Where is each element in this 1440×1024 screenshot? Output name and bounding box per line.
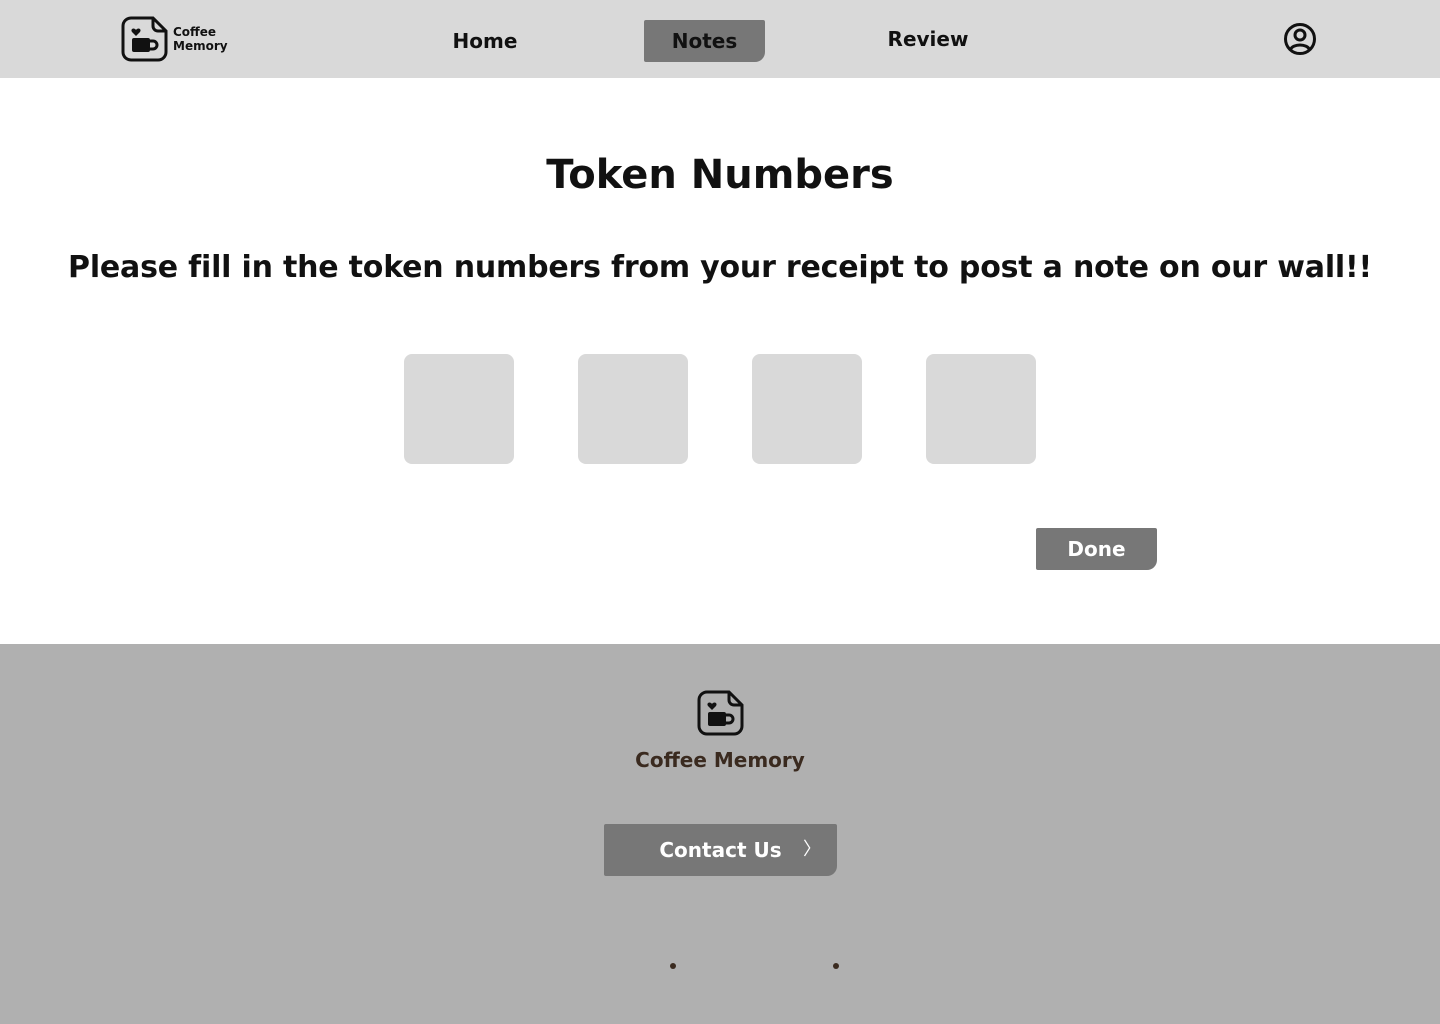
footer-dot xyxy=(670,963,676,969)
top-nav-bar: Coffee Memory Home Notes Review xyxy=(0,0,1440,78)
page-title: Token Numbers xyxy=(546,152,894,198)
contact-us-button[interactable]: Contact Us 〉 xyxy=(604,824,837,876)
token-input-4[interactable] xyxy=(926,354,1036,464)
done-button[interactable]: Done xyxy=(1036,528,1157,570)
token-input-3[interactable] xyxy=(752,354,862,464)
profile-button[interactable] xyxy=(1283,22,1317,56)
brand-name-line2: Memory xyxy=(173,39,228,53)
brand-logo[interactable]: Coffee Memory xyxy=(121,15,231,63)
chevron-right-icon: 〉 xyxy=(803,839,821,860)
footer-dot xyxy=(833,963,839,969)
nav-review[interactable]: Review xyxy=(868,18,988,60)
page: Coffee Memory Home Notes Review Token Nu… xyxy=(0,0,1440,1024)
instruction-text: Please fill in the token numbers from yo… xyxy=(68,250,1372,285)
user-circle-icon xyxy=(1284,23,1316,55)
brand-name: Coffee Memory xyxy=(173,25,228,53)
nav-home[interactable]: Home xyxy=(425,20,545,62)
footer: Coffee Memory Contact Us 〉 xyxy=(0,644,1440,1024)
token-input-1[interactable] xyxy=(404,354,514,464)
coffee-note-logo-icon xyxy=(121,16,168,62)
token-input-2[interactable] xyxy=(578,354,688,464)
brand-name-line1: Coffee xyxy=(173,25,217,39)
footer-brand-name: Coffee Memory xyxy=(635,748,805,772)
coffee-note-logo-icon xyxy=(697,690,744,736)
nav-notes[interactable]: Notes xyxy=(644,20,765,62)
